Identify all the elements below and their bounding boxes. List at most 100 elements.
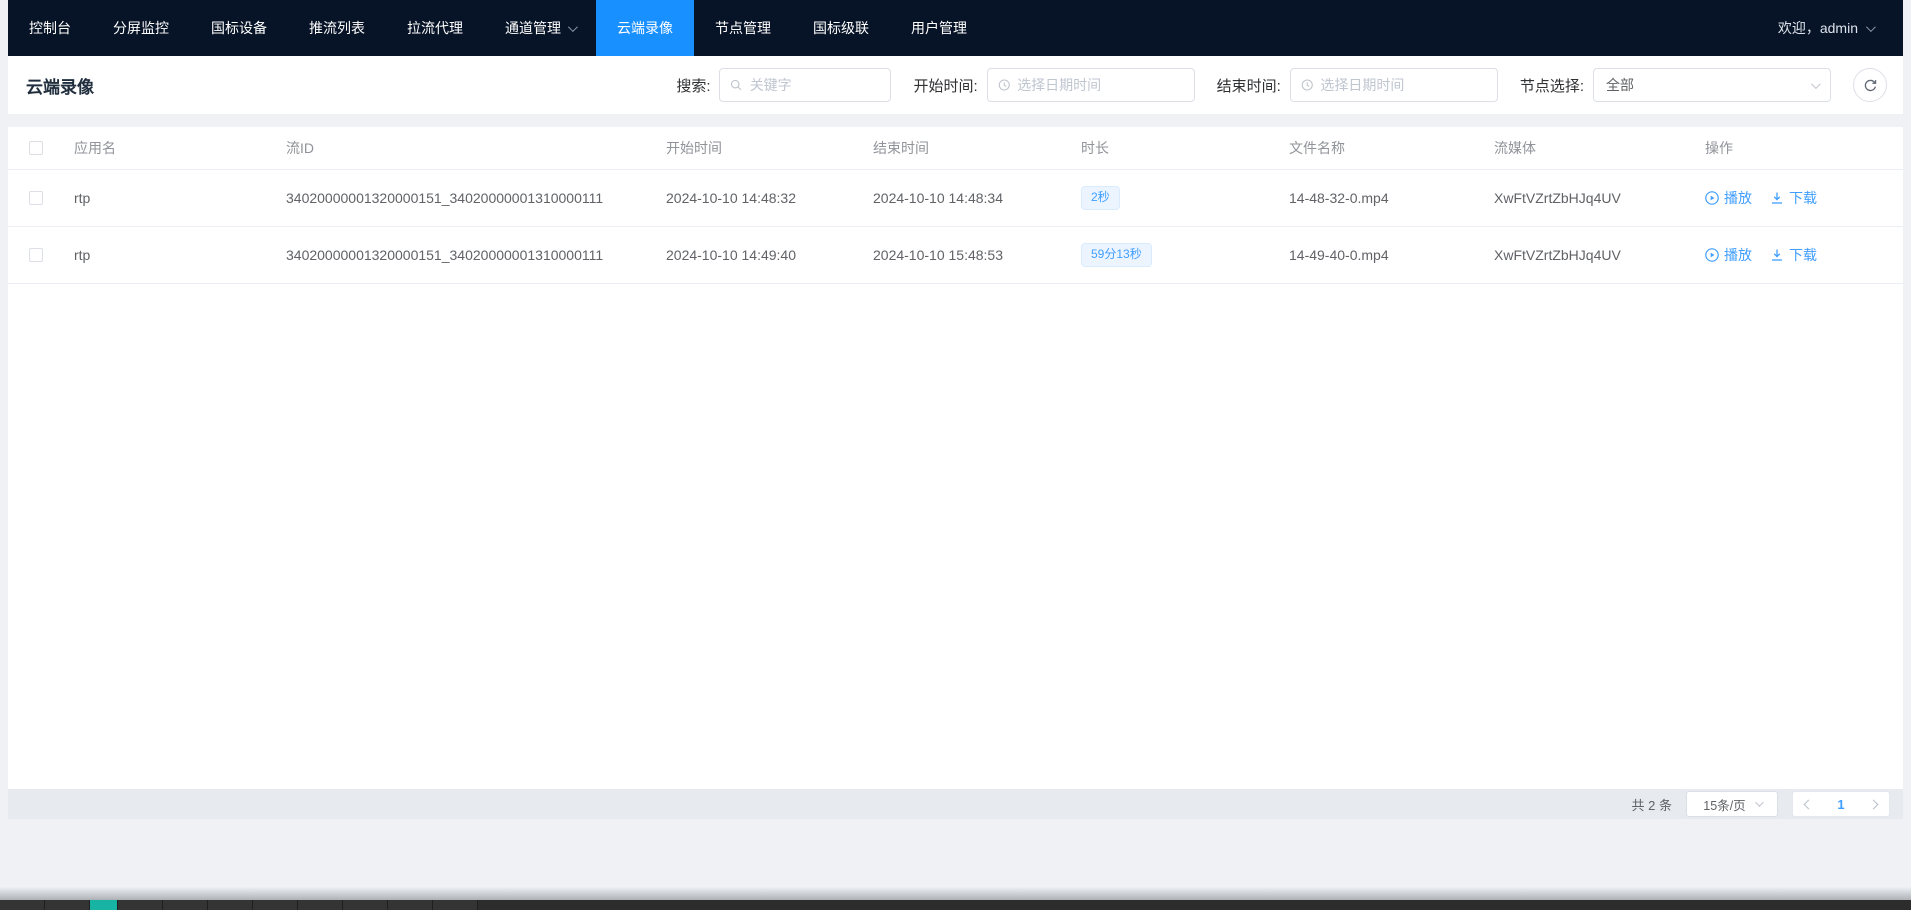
select-all-checkbox[interactable] [29, 141, 43, 155]
taskbar-segment[interactable] [298, 900, 343, 910]
taskbar-segment[interactable] [388, 900, 433, 910]
welcome-text: 欢迎，admin [1778, 18, 1858, 38]
start-time-group: 开始时间: [913, 68, 1194, 102]
nav-item-cloud-recording[interactable]: 云端录像 [596, 0, 694, 56]
filter-toolbar: 云端录像 搜索: 开始时间: 结束时间: [8, 56, 1903, 114]
cell-actions: 播放 下载 [1695, 245, 1903, 265]
app-window: 控制台 分屏监控 国标设备 推流列表 拉流代理 通道管理 云端录像 节点管理 国… [8, 0, 1903, 819]
cell-actions: 播放 下载 [1695, 188, 1903, 208]
play-button[interactable]: 播放 [1705, 245, 1752, 265]
node-select[interactable]: 全部 [1593, 68, 1831, 102]
header-checkbox-cell [8, 141, 64, 155]
page-size-select[interactable]: 15条/页 [1686, 791, 1778, 817]
download-button[interactable]: 下载 [1770, 245, 1817, 265]
nav-item-split-screen-monitor[interactable]: 分屏监控 [92, 0, 190, 56]
node-select-label: 节点选择: [1520, 75, 1584, 96]
col-header-end-time: 结束时间 [863, 138, 1071, 158]
download-button[interactable]: 下载 [1770, 188, 1817, 208]
taskbar [0, 900, 1911, 910]
node-select-group: 节点选择: 全部 [1520, 68, 1831, 102]
recordings-table-card: 应用名 流ID 开始时间 结束时间 时长 文件名称 流媒体 操作 rtp 340… [8, 127, 1903, 819]
taskbar-segment[interactable] [45, 900, 90, 910]
taskbar-segment[interactable] [208, 900, 253, 910]
total-count: 共 2 条 [1632, 795, 1672, 814]
taskbar-segment[interactable] [0, 900, 45, 910]
table-row: rtp 34020000001320000151_340200000013100… [8, 170, 1903, 227]
nav-item-push-stream-list[interactable]: 推流列表 [288, 0, 386, 56]
start-time-label: 开始时间: [913, 75, 977, 96]
table-header-row: 应用名 流ID 开始时间 结束时间 时长 文件名称 流媒体 操作 [8, 127, 1903, 170]
refresh-icon [1863, 78, 1878, 93]
end-time-group: 结束时间: [1217, 68, 1498, 102]
chevron-down-icon [1811, 79, 1821, 89]
row-checkbox[interactable] [29, 191, 43, 205]
user-menu[interactable]: 欢迎，admin [1778, 0, 1903, 56]
duration-badge: 2秒 [1081, 186, 1120, 210]
taskbar-segment-active[interactable] [90, 900, 118, 910]
prev-page-icon[interactable] [1804, 799, 1814, 809]
play-circle-icon [1705, 248, 1719, 262]
section-gap [8, 114, 1903, 127]
download-label: 下载 [1789, 188, 1817, 208]
next-page-icon[interactable] [1869, 799, 1879, 809]
search-group: 搜索: [676, 68, 891, 102]
taskbar-segment[interactable] [163, 900, 208, 910]
nav-item-pull-stream-proxy[interactable]: 拉流代理 [386, 0, 484, 56]
play-label: 播放 [1724, 188, 1752, 208]
taskbar-segment[interactable] [118, 900, 163, 910]
chevron-down-icon [1866, 22, 1876, 32]
chevron-down-icon [568, 22, 578, 32]
play-button[interactable]: 播放 [1705, 188, 1752, 208]
download-label: 下载 [1789, 245, 1817, 265]
cell-media-server: XwFtVZrtZbHJq4UV [1484, 247, 1695, 263]
page-size-value: 15条/页 [1703, 795, 1745, 814]
cell-duration: 59分13秒 [1071, 243, 1279, 267]
cell-file-name: 14-48-32-0.mp4 [1279, 190, 1484, 206]
play-label: 播放 [1724, 245, 1752, 265]
cell-end-time: 2024-10-10 14:48:34 [863, 190, 1071, 206]
page-title: 云端录像 [26, 73, 94, 98]
pagination-bar: 共 2 条 15条/页 1 [8, 789, 1903, 819]
top-nav: 控制台 分屏监控 国标设备 推流列表 拉流代理 通道管理 云端录像 节点管理 国… [8, 0, 1903, 56]
cell-duration: 2秒 [1071, 186, 1279, 210]
start-time-input[interactable] [1017, 77, 1183, 93]
current-page[interactable]: 1 [1837, 797, 1844, 812]
col-header-app: 应用名 [64, 138, 276, 158]
col-header-duration: 时长 [1071, 138, 1279, 158]
table-empty-space [8, 284, 1903, 789]
nav-item-channel-management[interactable]: 通道管理 [484, 0, 596, 56]
download-icon [1770, 191, 1784, 205]
taskbar-segment[interactable] [253, 900, 298, 910]
download-icon [1770, 248, 1784, 262]
cell-end-time: 2024-10-10 15:48:53 [863, 247, 1071, 263]
duration-badge: 59分13秒 [1081, 243, 1152, 267]
taskbar-segment[interactable] [433, 900, 478, 910]
cell-file-name: 14-49-40-0.mp4 [1279, 247, 1484, 263]
col-header-media-server: 流媒体 [1484, 138, 1695, 158]
search-input[interactable] [750, 77, 881, 93]
taskbar-spacer [478, 900, 1911, 910]
start-time-input-wrapper [987, 68, 1195, 102]
row-checkbox[interactable] [29, 248, 43, 262]
cell-media-server: XwFtVZrtZbHJq4UV [1484, 190, 1695, 206]
nav-item-node-management[interactable]: 节点管理 [694, 0, 792, 56]
refresh-button[interactable] [1853, 68, 1887, 102]
taskbar-segment[interactable] [343, 900, 388, 910]
nav-item-user-management[interactable]: 用户管理 [890, 0, 988, 56]
end-time-input[interactable] [1320, 77, 1486, 93]
chevron-down-icon [1755, 798, 1763, 806]
taskbar-shadow [0, 887, 1911, 900]
nav-item-gb-devices[interactable]: 国标设备 [190, 0, 288, 56]
nav-item-label: 通道管理 [505, 18, 561, 38]
node-select-value: 全部 [1606, 75, 1634, 95]
cell-app: rtp [64, 190, 276, 206]
nav-item-gb-cascade[interactable]: 国标级联 [792, 0, 890, 56]
nav-item-console[interactable]: 控制台 [8, 0, 92, 56]
cell-start-time: 2024-10-10 14:49:40 [656, 247, 863, 263]
cell-stream-id: 34020000001320000151_3402000000131000011… [276, 190, 656, 206]
clock-icon [1301, 78, 1314, 92]
row-checkbox-cell [8, 191, 64, 205]
play-circle-icon [1705, 191, 1719, 205]
cell-app: rtp [64, 247, 276, 263]
col-header-stream-id: 流ID [276, 138, 656, 158]
